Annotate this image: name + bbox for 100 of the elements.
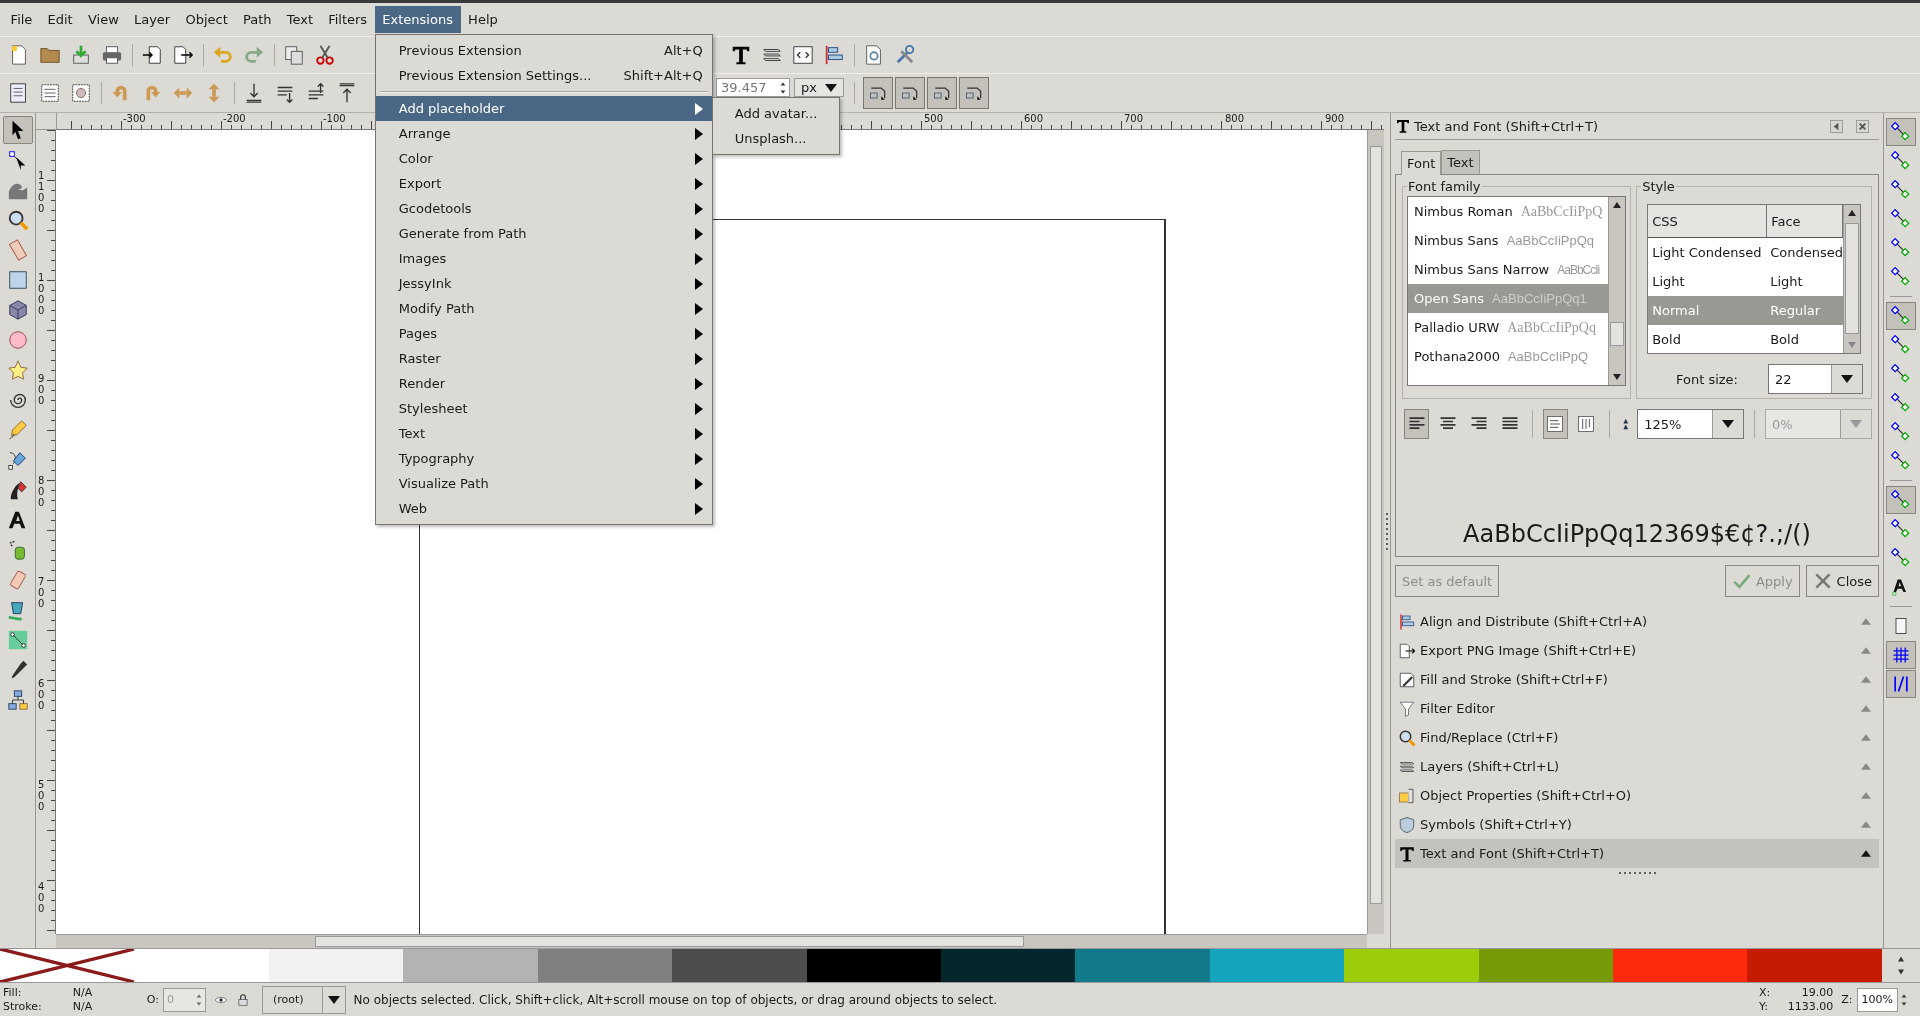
submenu-entry[interactable]: Text: [375, 421, 712, 446]
font-family-item[interactable]: Nimbus Sans Narrow AaBbCcIi: [1408, 255, 1609, 284]
orientation-button[interactable]: [1542, 409, 1568, 439]
docked-dialog-item[interactable]: Text and Font (Shift+Ctrl+T): [1395, 839, 1879, 868]
text-tool-icon[interactable]: [730, 44, 752, 66]
style-row[interactable]: Light Light: [1648, 267, 1843, 296]
menu-item[interactable]: Help: [460, 6, 506, 33]
submenu-entry[interactable]: Raster: [375, 346, 712, 371]
docked-dialog-item[interactable]: Symbols (Shift+Ctrl+Y): [1395, 810, 1879, 839]
transform-toggle-button[interactable]: [958, 77, 989, 109]
tab[interactable]: Font: [1401, 151, 1442, 175]
color-swatch[interactable]: [1478, 949, 1614, 982]
submenu-entry[interactable]: Images: [375, 246, 712, 271]
download-arrow-icon[interactable]: [70, 44, 92, 66]
submenu-entry[interactable]: Export: [375, 171, 712, 196]
docked-dialog-item[interactable]: Filter Editor: [1395, 694, 1879, 723]
menu-item[interactable]: Object: [177, 6, 236, 33]
close-icon[interactable]: [1856, 119, 1869, 133]
submenu-entry[interactable]: Web: [375, 496, 712, 521]
color-swatch[interactable]: [403, 949, 538, 982]
docked-dialog-item[interactable]: Layers (Shift+Ctrl+L): [1395, 752, 1879, 781]
docked-dialog-item[interactable]: Find/Replace (Ctrl+F): [1395, 723, 1879, 752]
menu-entry[interactable]: Add avatar...: [712, 101, 839, 126]
horizontal-scrollbar[interactable]: [56, 934, 1367, 948]
snap-toggle-button[interactable]: [1886, 118, 1916, 146]
color-swatch[interactable]: [537, 949, 673, 982]
menu-item[interactable]: Layer: [126, 6, 178, 33]
align-icon[interactable]: [823, 44, 845, 66]
vertical-scrollbar[interactable]: [1367, 130, 1384, 934]
menu-item[interactable]: Edit: [39, 6, 81, 33]
printer-icon[interactable]: [101, 44, 123, 66]
expand-arrow-icon[interactable]: [1861, 850, 1871, 857]
grip-handle-icon[interactable]: [1385, 510, 1389, 551]
alignment-button[interactable]: [1404, 409, 1429, 439]
close-button[interactable]: Close: [1805, 565, 1879, 597]
color-swatch[interactable]: [1613, 949, 1748, 982]
menu-entry[interactable]: Unsplash...: [712, 126, 839, 151]
xml-editor-icon[interactable]: [792, 44, 814, 66]
color-swatch[interactable]: [672, 949, 807, 982]
menu-item[interactable]: Path: [235, 6, 280, 33]
color-swatch[interactable]: [940, 949, 1076, 982]
transform-toggle-button[interactable]: [926, 77, 957, 109]
submenu-entry[interactable]: Gcodetools: [375, 196, 712, 221]
line-spacing-combo[interactable]: 125%: [1637, 409, 1745, 439]
padlock-icon[interactable]: [235, 992, 250, 1007]
wrench-icon[interactable]: [894, 44, 916, 66]
menu-entry[interactable]: Previous Extension Alt+Q: [375, 38, 712, 63]
select-all-layers-icon[interactable]: [39, 82, 61, 104]
duplicate-icon[interactable]: [283, 44, 305, 66]
menu-item[interactable]: View: [80, 6, 127, 33]
submenu-entry[interactable]: Generate from Path: [375, 221, 712, 246]
transform-toggle-button[interactable]: [894, 77, 925, 109]
submenu-entry[interactable]: Pages: [375, 321, 712, 346]
snap-toggle-button[interactable]: [1886, 486, 1916, 514]
layer-dropdown[interactable]: (root): [261, 985, 346, 1014]
scrollbar-thumb[interactable]: [1610, 322, 1625, 346]
font-family-item[interactable]: Nimbus Sans AaBbCcIiPpQq: [1408, 226, 1609, 255]
submenu-entry[interactable]: Add placeholder: [375, 96, 712, 121]
font-family-item[interactable]: Nimbus Roman AaBbCcIiPpQ: [1408, 197, 1609, 226]
zoom-field[interactable]: 100%: [1856, 987, 1898, 1012]
column-header[interactable]: CSS: [1648, 205, 1768, 237]
transform-toggle-button[interactable]: [862, 77, 893, 109]
submenu-entry[interactable]: JessyInk: [375, 271, 712, 296]
color-swatch[interactable]: [1075, 949, 1210, 982]
snap-toggle-button[interactable]: [1886, 641, 1916, 669]
submenu-entry[interactable]: Color: [375, 146, 712, 171]
snap-toggle-button[interactable]: [1886, 670, 1916, 698]
docked-dialog-item[interactable]: Export PNG Image (Shift+Ctrl+E): [1395, 636, 1879, 665]
deselect-icon[interactable]: [70, 82, 92, 104]
scrollbar-thumb[interactable]: [1370, 146, 1382, 904]
submenu-entry[interactable]: Render: [375, 371, 712, 396]
color-swatch[interactable]: [1344, 949, 1479, 982]
submenu-entry[interactable]: Arrange: [375, 121, 712, 146]
color-swatch[interactable]: [806, 949, 941, 982]
color-swatch[interactable]: [134, 949, 269, 982]
docked-dialog-item[interactable]: Fill and Stroke (Shift+Ctrl+F): [1395, 665, 1879, 694]
iconify-icon[interactable]: [1830, 119, 1843, 133]
grip-handle-icon[interactable]: [1617, 871, 1657, 875]
color-swatch[interactable]: [1747, 949, 1882, 982]
menu-item[interactable]: Filters: [320, 6, 375, 33]
scrollbar-thumb[interactable]: [1845, 223, 1859, 335]
docked-dialog-item[interactable]: Align and Distribute (Shift+Ctrl+A): [1395, 607, 1879, 636]
submenu-entry[interactable]: Typography: [375, 446, 712, 471]
font-family-item[interactable]: Palladio URW AaBbCcIiPpQq: [1408, 313, 1609, 342]
submenu-entry[interactable]: Visualize Path: [375, 471, 712, 496]
document-import-icon[interactable]: [141, 44, 163, 66]
scissors-icon[interactable]: [314, 44, 336, 66]
x-input-field[interactable]: 39.457: [716, 78, 790, 97]
list-scrollbar[interactable]: [1608, 197, 1626, 385]
tab[interactable]: Text: [1441, 150, 1480, 174]
tool-button[interactable]: [2, 116, 33, 144]
font-family-item[interactable]: Pothana2000 AaBbCcIiPpQ: [1408, 342, 1609, 371]
submenu-entry[interactable]: Modify Path: [375, 296, 712, 321]
submenu-entry[interactable]: Stylesheet: [375, 396, 712, 421]
menu-item[interactable]: File: [3, 6, 40, 33]
document-export-icon[interactable]: [172, 44, 194, 66]
style-row[interactable]: Light Condensed Condensed: [1648, 238, 1843, 267]
scrollbar-thumb[interactable]: [315, 936, 1024, 947]
style-row[interactable]: Bold Bold: [1648, 325, 1843, 354]
menu-entry[interactable]: Previous Extension Settings... Shift+Alt+Q: [375, 63, 712, 88]
